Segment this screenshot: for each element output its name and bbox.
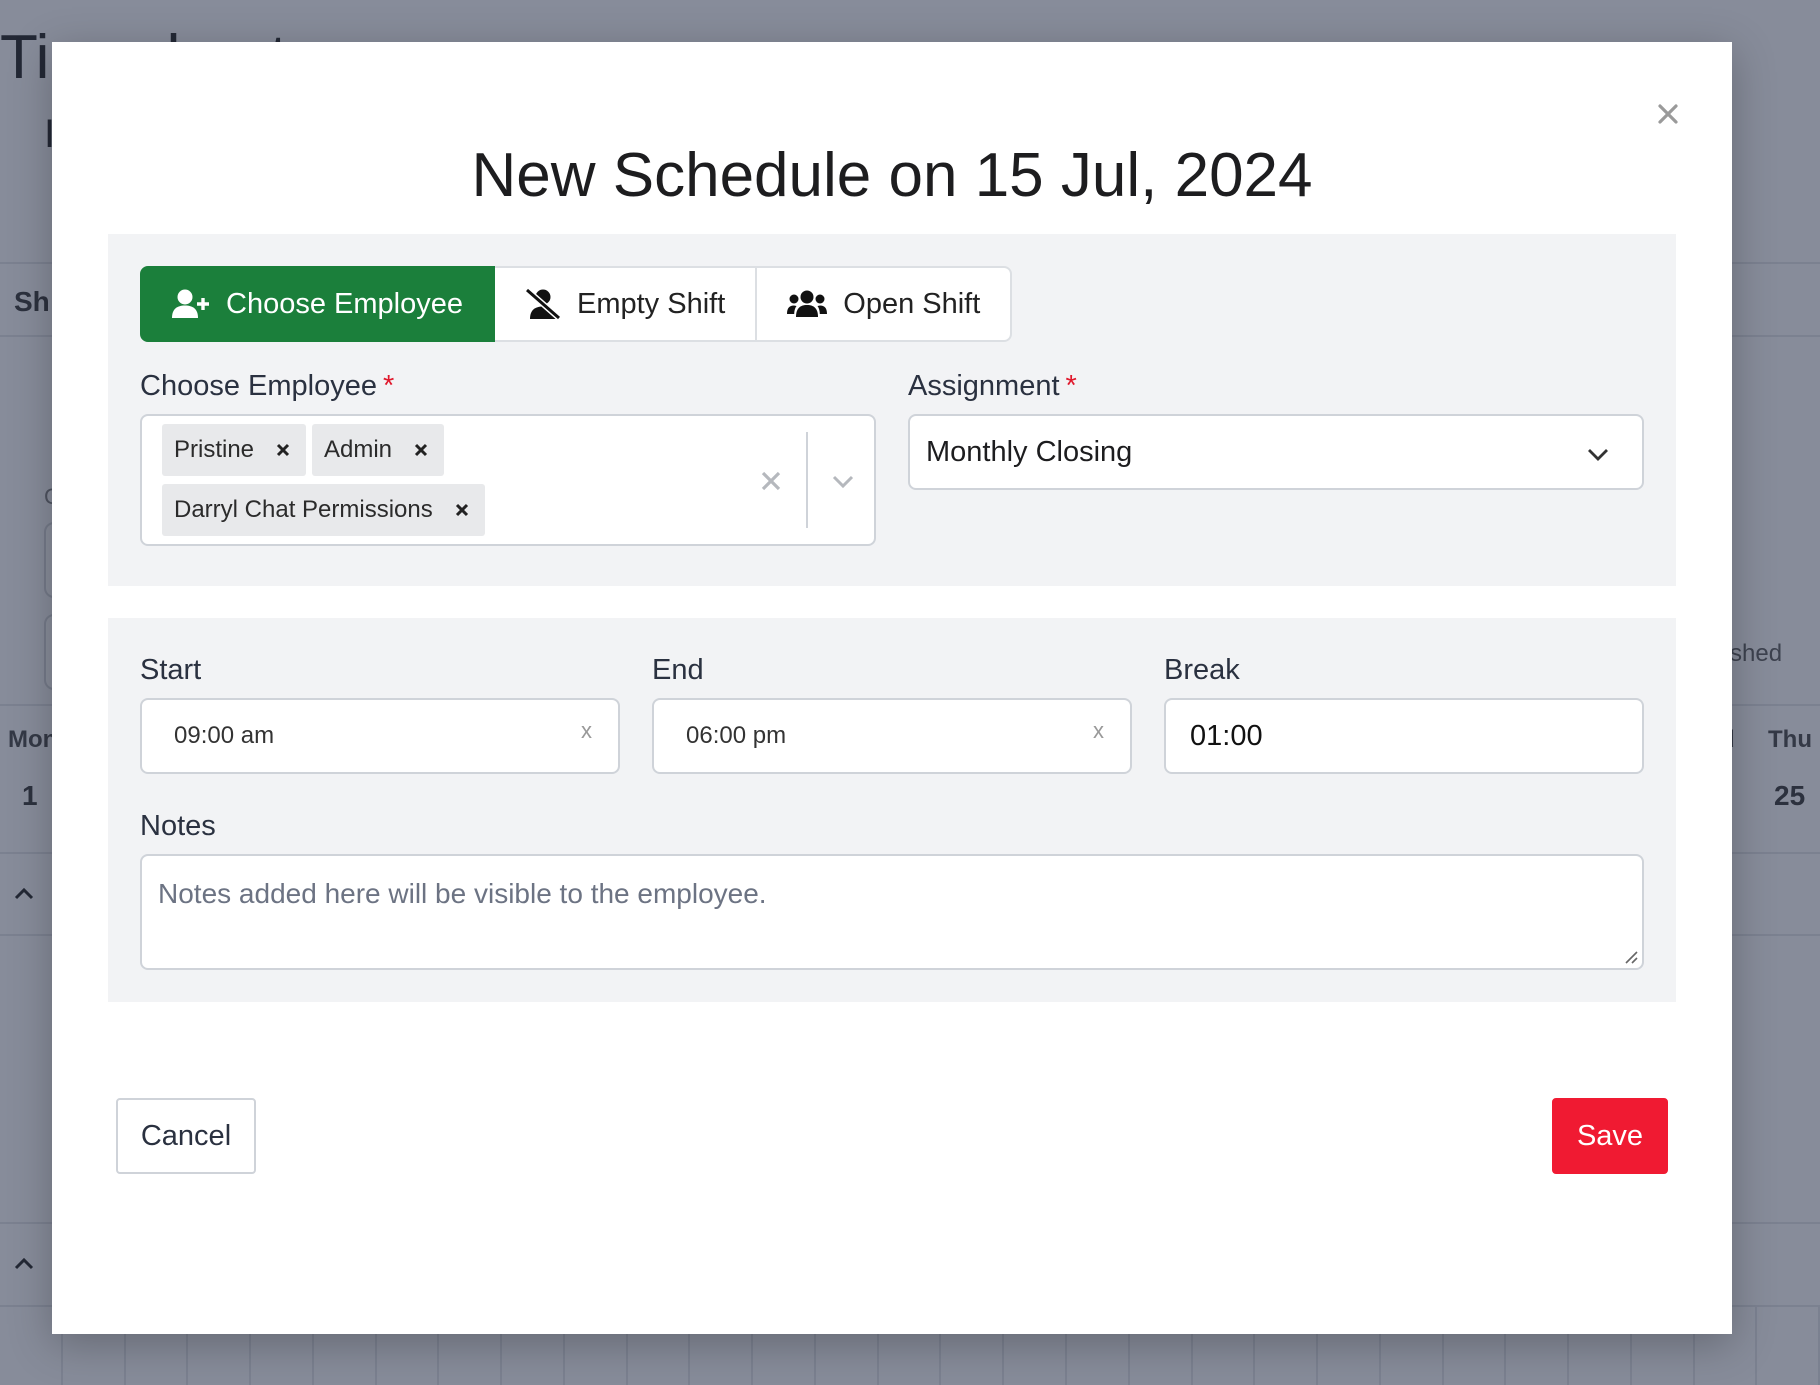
close-icon [1658,104,1678,124]
start-time-value: 09:00 am [174,722,275,749]
clear-start-button[interactable]: x [581,718,592,744]
clear-end-button[interactable]: x [1093,718,1104,744]
tab-label: Open Shift [843,287,981,320]
choose-employee-label: Choose Employee * [140,370,395,402]
close-icon [455,503,468,517]
clear-selection-icon[interactable] [756,466,786,496]
required-mark: * [382,370,395,402]
tab-label: Choose Employee [226,287,463,320]
start-time-input[interactable]: 09:00 am x [140,698,620,774]
end-time-value: 06:00 pm [686,722,787,749]
chevron-down-icon[interactable] [828,466,858,496]
notes-label: Notes [140,810,216,842]
shift-type-tabs: Choose Employee Empty Shift Open Shift [140,266,1013,342]
users-icon [787,290,828,317]
end-time-input[interactable]: 06:00 pm x [652,698,1132,774]
shift-details-panel: Start End Break 09:00 am x 06:00 pm x 01… [108,618,1676,1002]
user-plus-icon [172,289,209,318]
break-value: 01:00 [1190,719,1263,752]
remove-chip-button[interactable] [272,439,294,461]
cancel-button[interactable]: Cancel [116,1098,256,1174]
chevron-down-icon [1588,449,1608,461]
modal-title: New Schedule on 15 Jul, 2024 [471,141,1313,210]
employee-multiselect[interactable]: Pristine Admin Darryl Chat Permissions [140,414,876,546]
remove-chip-button[interactable] [410,439,432,461]
assignment-label: Assignment * [908,370,1077,402]
break-input[interactable]: 01:00 [1164,698,1644,774]
tab-label: Empty Shift [576,287,726,320]
employee-panel: Choose Employee Empty Shift Open Shift C… [108,234,1676,586]
tab-open-shift[interactable]: Open Shift [757,266,1013,342]
resize-handle-icon[interactable] [1622,948,1638,964]
employee-chip: Admin [312,424,445,476]
notes-placeholder: Notes added here will be visible to the … [158,878,767,909]
save-button[interactable]: Save [1552,1098,1668,1174]
close-button[interactable] [1650,96,1686,132]
assignment-select[interactable]: Monthly Closing [908,414,1644,490]
start-label: Start [140,654,202,686]
notes-textarea[interactable]: Notes added here will be visible to the … [140,854,1644,970]
assignment-value: Monthly Closing [926,435,1133,468]
tab-choose-employee[interactable]: Choose Employee [140,266,495,342]
break-label: Break [1164,654,1240,686]
divider [806,432,808,528]
required-mark: * [1065,370,1077,402]
employee-chip: Pristine [162,424,307,476]
close-icon [414,443,428,457]
new-schedule-modal: New Schedule on 15 Jul, 2024 Choose Empl… [52,42,1732,1334]
tab-empty-shift[interactable]: Empty Shift [494,266,758,342]
close-icon [276,443,290,457]
remove-chip-button[interactable] [451,499,473,521]
end-label: End [652,654,704,686]
employee-chip: Darryl Chat Permissions [162,484,485,536]
user-slash-icon [525,288,561,320]
